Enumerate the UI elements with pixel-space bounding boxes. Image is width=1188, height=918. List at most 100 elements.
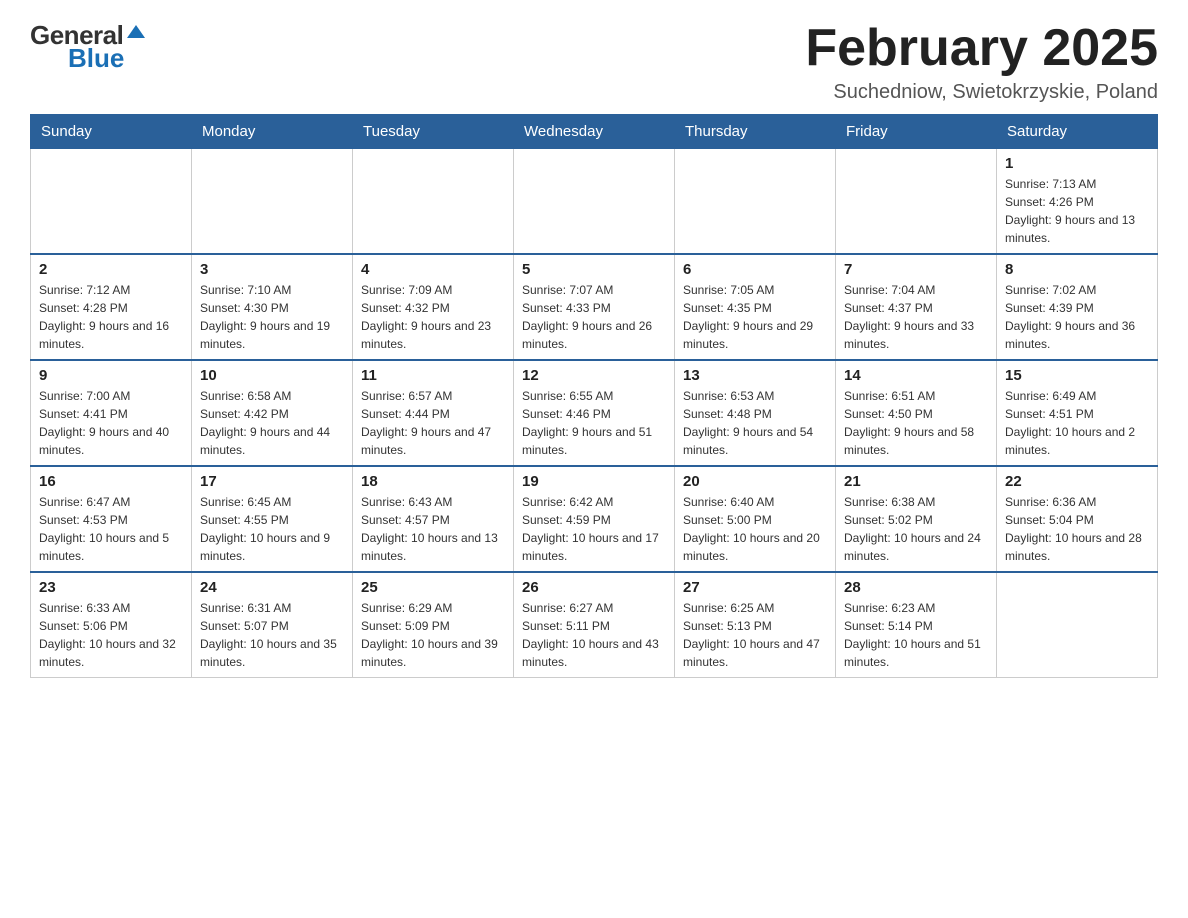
title-block: February 2025 Suchedniow, Swietokrzyskie…	[805, 20, 1158, 104]
day-info: Sunrise: 7:12 AMSunset: 4:28 PMDaylight:…	[39, 281, 183, 353]
calendar-cell: 25Sunrise: 6:29 AMSunset: 5:09 PMDayligh…	[353, 572, 514, 678]
calendar-cell: 3 Sunrise: 7:10 AMSunset: 4:30 PMDaylight…	[192, 254, 353, 360]
calendar-week-row: 23 Sunrise: 6:33 AMSunset: 5:06 PMDayligh…	[31, 572, 1158, 678]
calendar-cell: 6 Sunrise: 7:05 AMSunset: 4:35 PMDaylight…	[675, 254, 836, 360]
calendar-cell: 14Sunrise: 6:51 AMSunset: 4:50 PMDayligh…	[836, 360, 997, 466]
day-number: 20	[683, 473, 827, 490]
page-subtitle: Suchedniow, Swietokrzyskie, Poland	[805, 81, 1158, 104]
day-number: 26	[522, 579, 666, 596]
weekday-header-thursday: Thursday	[675, 115, 836, 149]
day-info: Sunrise: 7:07 AMSunset: 4:33 PMDaylight:…	[522, 281, 666, 353]
day-number: 17	[200, 473, 344, 490]
calendar-cell: 15 Sunrise: 6:49 AMSunset: 4:51 PMDayligh…	[997, 360, 1158, 466]
day-number: 3	[200, 261, 344, 278]
day-info: Sunrise: 7:00 AMSunset: 4:41 PMDaylight:…	[39, 387, 183, 459]
day-number: 18	[361, 473, 505, 490]
weekday-header-monday: Monday	[192, 115, 353, 149]
calendar-header-row: SundayMondayTuesdayWednesdayThursdayFrid…	[31, 115, 1158, 149]
calendar-cell: 11 Sunrise: 6:57 AMSunset: 4:44 PMDayligh…	[353, 360, 514, 466]
calendar-cell: 22Sunrise: 6:36 AMSunset: 5:04 PMDayligh…	[997, 466, 1158, 572]
day-info: Sunrise: 6:57 AMSunset: 4:44 PMDaylight:…	[361, 387, 505, 459]
calendar-cell: 24 Sunrise: 6:31 AMSunset: 5:07 PMDayligh…	[192, 572, 353, 678]
day-number: 12	[522, 367, 666, 384]
calendar-cell	[353, 149, 514, 255]
day-info: Sunrise: 6:43 AMSunset: 4:57 PMDaylight:…	[361, 493, 505, 565]
day-info: Sunrise: 6:55 AMSunset: 4:46 PMDaylight:…	[522, 387, 666, 459]
day-number: 23	[39, 579, 183, 596]
day-info: Sunrise: 6:31 AMSunset: 5:07 PMDaylight:…	[200, 599, 344, 671]
weekday-header-friday: Friday	[836, 115, 997, 149]
day-info: Sunrise: 6:51 AMSunset: 4:50 PMDaylight:…	[844, 387, 988, 459]
calendar-week-row: 2 Sunrise: 7:12 AMSunset: 4:28 PMDaylight…	[31, 254, 1158, 360]
day-number: 9	[39, 367, 183, 384]
calendar-cell: 9 Sunrise: 7:00 AMSunset: 4:41 PMDaylight…	[31, 360, 192, 466]
page-title: February 2025	[805, 20, 1158, 77]
calendar-cell: 28Sunrise: 6:23 AMSunset: 5:14 PMDayligh…	[836, 572, 997, 678]
day-info: Sunrise: 6:36 AMSunset: 5:04 PMDaylight:…	[1005, 493, 1149, 565]
day-number: 10	[200, 367, 344, 384]
calendar-cell: 10 Sunrise: 6:58 AMSunset: 4:42 PMDayligh…	[192, 360, 353, 466]
day-info: Sunrise: 6:25 AMSunset: 5:13 PMDaylight:…	[683, 599, 827, 671]
day-number: 6	[683, 261, 827, 278]
calendar-cell: 23 Sunrise: 6:33 AMSunset: 5:06 PMDayligh…	[31, 572, 192, 678]
calendar-cell: 7 Sunrise: 7:04 AMSunset: 4:37 PMDaylight…	[836, 254, 997, 360]
calendar-cell: 18 Sunrise: 6:43 AMSunset: 4:57 PMDayligh…	[353, 466, 514, 572]
day-number: 7	[844, 261, 988, 278]
calendar-cell	[192, 149, 353, 255]
day-info: Sunrise: 7:10 AMSunset: 4:30 PMDaylight:…	[200, 281, 344, 353]
day-number: 27	[683, 579, 827, 596]
day-number: 16	[39, 473, 183, 490]
calendar-cell: 13Sunrise: 6:53 AMSunset: 4:48 PMDayligh…	[675, 360, 836, 466]
day-info: Sunrise: 7:09 AMSunset: 4:32 PMDaylight:…	[361, 281, 505, 353]
day-number: 15	[1005, 367, 1149, 384]
calendar-cell	[836, 149, 997, 255]
day-number: 4	[361, 261, 505, 278]
day-info: Sunrise: 7:13 AMSunset: 4:26 PMDaylight:…	[1005, 175, 1149, 247]
page-header: General Blue February 2025 Suchedniow, S…	[30, 20, 1158, 104]
day-info: Sunrise: 6:53 AMSunset: 4:48 PMDaylight:…	[683, 387, 827, 459]
day-number: 28	[844, 579, 988, 596]
weekday-header-saturday: Saturday	[997, 115, 1158, 149]
calendar-week-row: 9 Sunrise: 7:00 AMSunset: 4:41 PMDaylight…	[31, 360, 1158, 466]
logo-blue-text: Blue	[30, 43, 124, 74]
weekday-header-tuesday: Tuesday	[353, 115, 514, 149]
calendar-cell: 26 Sunrise: 6:27 AMSunset: 5:11 PMDayligh…	[514, 572, 675, 678]
calendar-cell: 5 Sunrise: 7:07 AMSunset: 4:33 PMDaylight…	[514, 254, 675, 360]
day-number: 19	[522, 473, 666, 490]
day-info: Sunrise: 7:02 AMSunset: 4:39 PMDaylight:…	[1005, 281, 1149, 353]
calendar-week-row: 1 Sunrise: 7:13 AMSunset: 4:26 PMDaylight…	[31, 149, 1158, 255]
calendar-cell: 27 Sunrise: 6:25 AMSunset: 5:13 PMDayligh…	[675, 572, 836, 678]
logo: General Blue	[30, 20, 145, 74]
calendar-cell: 16 Sunrise: 6:47 AMSunset: 4:53 PMDayligh…	[31, 466, 192, 572]
calendar-cell: 2 Sunrise: 7:12 AMSunset: 4:28 PMDaylight…	[31, 254, 192, 360]
calendar-cell: 1 Sunrise: 7:13 AMSunset: 4:26 PMDaylight…	[997, 149, 1158, 255]
day-info: Sunrise: 6:49 AMSunset: 4:51 PMDaylight:…	[1005, 387, 1149, 459]
calendar-table: SundayMondayTuesdayWednesdayThursdayFrid…	[30, 114, 1158, 678]
day-number: 2	[39, 261, 183, 278]
calendar-week-row: 16 Sunrise: 6:47 AMSunset: 4:53 PMDayligh…	[31, 466, 1158, 572]
day-number: 11	[361, 367, 505, 384]
calendar-cell	[997, 572, 1158, 678]
day-info: Sunrise: 6:45 AMSunset: 4:55 PMDaylight:…	[200, 493, 344, 565]
day-number: 21	[844, 473, 988, 490]
day-info: Sunrise: 7:05 AMSunset: 4:35 PMDaylight:…	[683, 281, 827, 353]
day-number: 25	[361, 579, 505, 596]
day-info: Sunrise: 7:04 AMSunset: 4:37 PMDaylight:…	[844, 281, 988, 353]
weekday-header-sunday: Sunday	[31, 115, 192, 149]
day-info: Sunrise: 6:38 AMSunset: 5:02 PMDaylight:…	[844, 493, 988, 565]
day-info: Sunrise: 6:27 AMSunset: 5:11 PMDaylight:…	[522, 599, 666, 671]
day-number: 1	[1005, 155, 1149, 172]
day-info: Sunrise: 6:47 AMSunset: 4:53 PMDaylight:…	[39, 493, 183, 565]
calendar-cell: 17 Sunrise: 6:45 AMSunset: 4:55 PMDayligh…	[192, 466, 353, 572]
calendar-cell: 21 Sunrise: 6:38 AMSunset: 5:02 PMDayligh…	[836, 466, 997, 572]
weekday-header-wednesday: Wednesday	[514, 115, 675, 149]
calendar-cell	[31, 149, 192, 255]
day-info: Sunrise: 6:33 AMSunset: 5:06 PMDaylight:…	[39, 599, 183, 671]
day-number: 5	[522, 261, 666, 278]
logo-triangle-icon	[127, 25, 145, 38]
calendar-cell	[675, 149, 836, 255]
calendar-cell: 8Sunrise: 7:02 AMSunset: 4:39 PMDaylight…	[997, 254, 1158, 360]
day-number: 24	[200, 579, 344, 596]
calendar-cell: 12 Sunrise: 6:55 AMSunset: 4:46 PMDayligh…	[514, 360, 675, 466]
day-info: Sunrise: 6:58 AMSunset: 4:42 PMDaylight:…	[200, 387, 344, 459]
